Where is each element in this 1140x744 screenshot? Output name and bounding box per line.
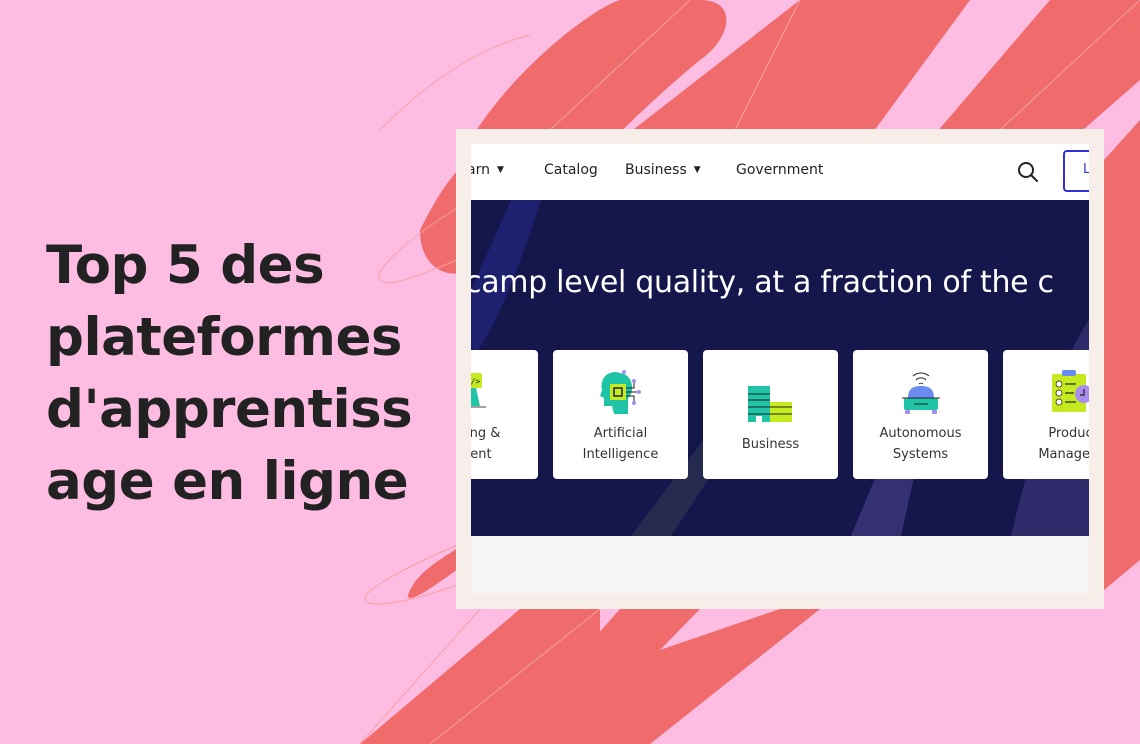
code-laptop-icon: </> [471, 373, 486, 408]
category-card-product-management[interactable]: Produc Managem [1003, 350, 1089, 479]
nav-item-label: Government [736, 162, 824, 178]
category-label: Autonomous [879, 426, 962, 441]
nav-item-learn[interactable]: arn ▼ [471, 162, 504, 178]
category-label: Produc [1048, 426, 1089, 441]
category-label: Business [741, 437, 800, 452]
category-label: Systems [892, 447, 949, 462]
page-headline: Top 5 des plateformes d'apprentiss age e… [46, 230, 466, 518]
nav-item-catalog[interactable]: Catalog [544, 162, 598, 178]
headline-line: d'apprentiss [46, 379, 413, 440]
checklist-clock-icon [1052, 370, 1089, 412]
category-card-business[interactable]: Business [703, 350, 838, 479]
buildings-icon [748, 386, 792, 422]
category-label: mming & [471, 426, 501, 441]
nav-item-label: Business [625, 162, 687, 178]
headline-line: age en ligne [46, 451, 409, 512]
hero-banner: camp level quality, at a fraction of the… [471, 200, 1089, 536]
category-card-autonomous[interactable]: Autonomous Systems [853, 350, 988, 479]
ai-head-icon [600, 370, 641, 414]
top-navigation: arn ▼ Catalog Business ▼ Government L [471, 144, 1089, 200]
nav-item-government[interactable]: Government [736, 162, 823, 178]
screenshot-frame: arn ▼ Catalog Business ▼ Government L ca… [456, 129, 1104, 609]
login-button[interactable]: L [1063, 150, 1089, 192]
page-content-area [471, 536, 1089, 593]
svg-text:</>: </> [471, 377, 480, 386]
category-label: Intelligence [582, 447, 659, 462]
search-icon[interactable] [1017, 161, 1039, 183]
category-label: Managem [1038, 447, 1089, 462]
caret-down-icon: ▼ [496, 165, 504, 175]
website-screenshot: arn ▼ Catalog Business ▼ Government L ca… [471, 144, 1089, 593]
category-card-programming[interactable]: </> mming & pment [471, 350, 538, 479]
caret-down-icon: ▼ [693, 165, 701, 175]
nav-item-business[interactable]: Business ▼ [625, 162, 701, 178]
category-label: pment [471, 447, 492, 462]
nav-item-label: arn [471, 162, 490, 178]
category-card-ai[interactable]: Artificial Intelligence [553, 350, 688, 479]
headline-line: plateformes [46, 307, 402, 368]
autonomous-car-icon [902, 372, 940, 414]
category-label: Artificial [593, 426, 648, 441]
nav-item-label: Catalog [544, 162, 598, 178]
headline-line: Top 5 des [46, 235, 325, 296]
hero-headline: camp level quality, at a fraction of the… [471, 265, 1054, 300]
